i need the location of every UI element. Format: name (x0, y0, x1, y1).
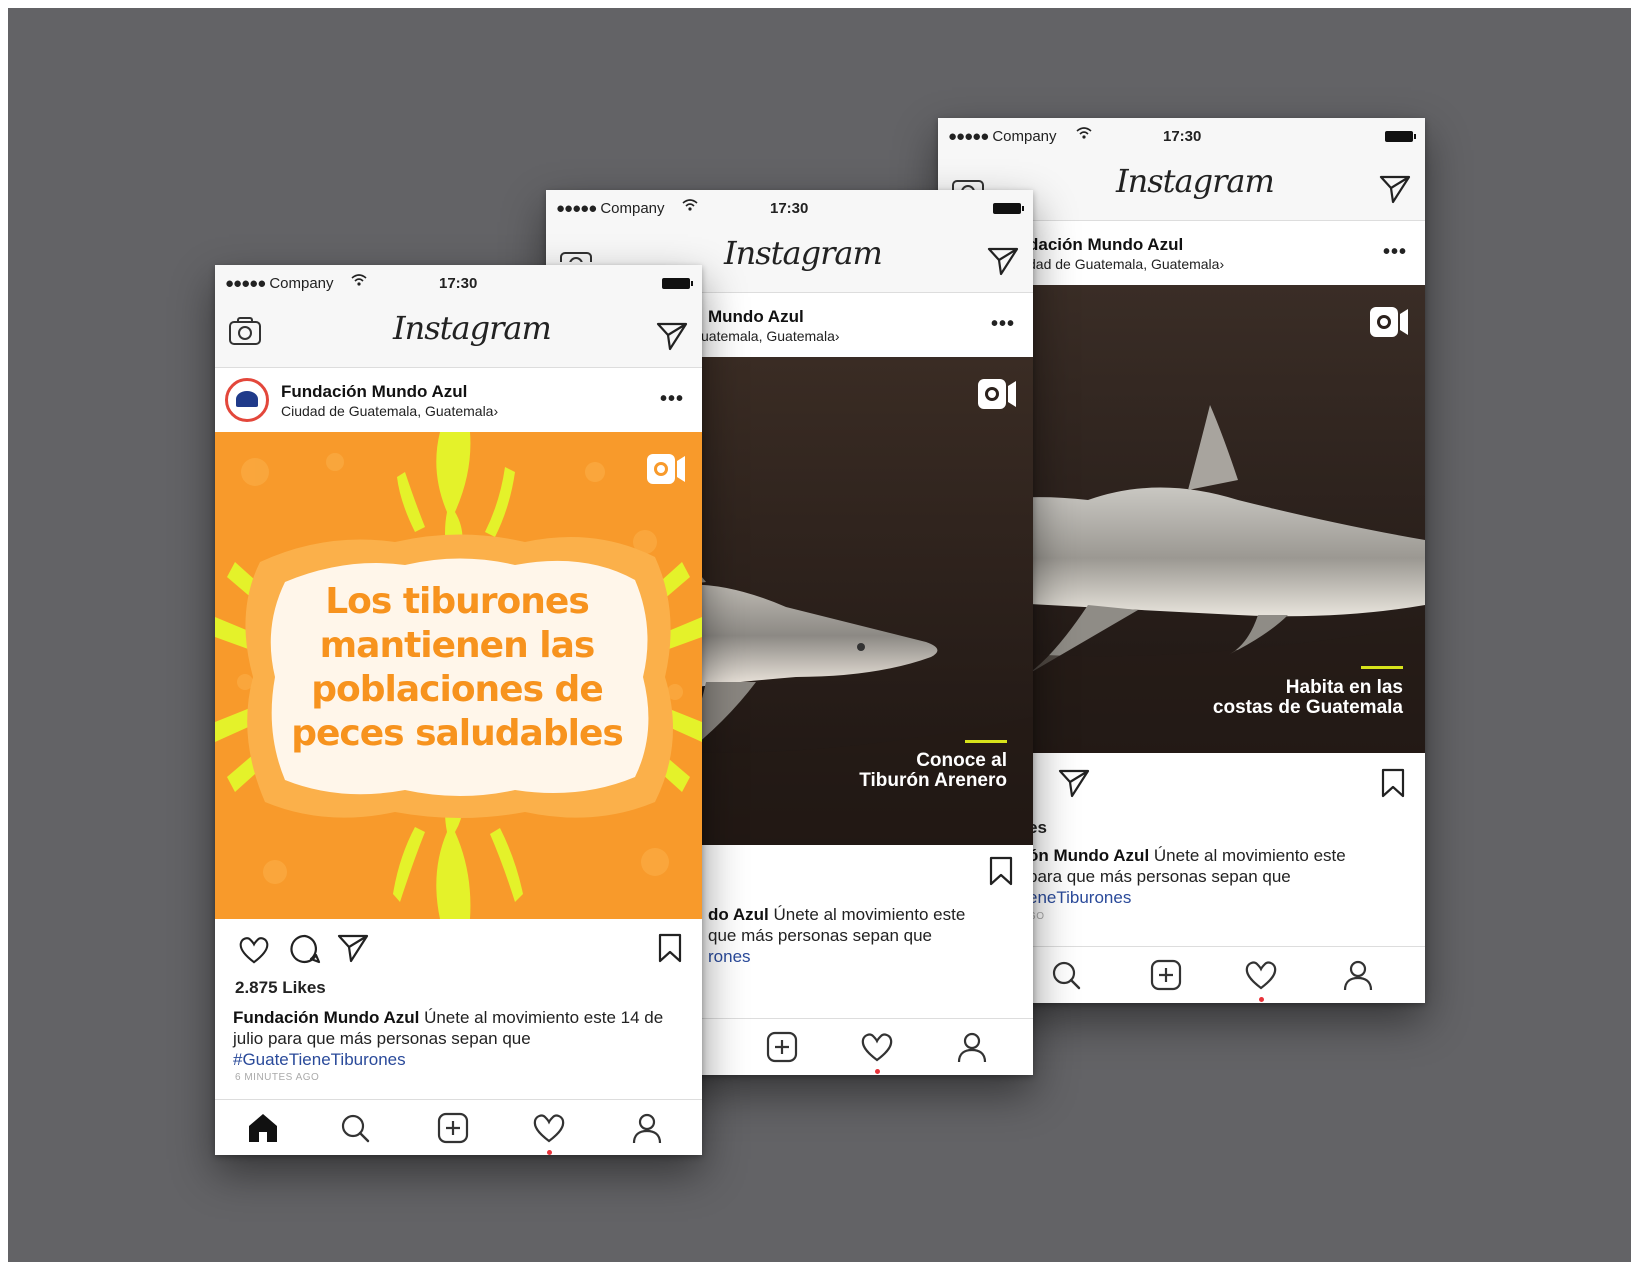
status-bar: ●●●●● Company 17:30 (215, 265, 702, 301)
search-icon[interactable] (337, 1110, 373, 1146)
tab-bar (215, 1099, 702, 1155)
caption-username[interactable]: ón Mundo Azul (1028, 846, 1149, 865)
status-time: 17:30 (439, 275, 478, 292)
mockup-stage: ●●●●● Company 17:30 Instagram dación Mund… (8, 8, 1631, 1262)
direct-message-icon[interactable] (1379, 174, 1411, 204)
notification-dot (1259, 997, 1264, 1002)
battery-icon (993, 203, 1024, 214)
bookmark-icon[interactable] (1381, 768, 1405, 798)
camera-icon[interactable] (229, 317, 261, 345)
app-logo: Instagram (724, 234, 883, 272)
artwork-headline: Los tiburones mantienen las poblaciones … (277, 580, 637, 756)
home-icon[interactable] (245, 1110, 281, 1146)
post-username[interactable]: Mundo Azul (708, 307, 804, 327)
status-time: 17:30 (1163, 128, 1202, 145)
signal-dots: ●●●●● (556, 200, 597, 217)
carrier-name: Company (600, 200, 665, 217)
battery-icon (662, 278, 693, 289)
post-location[interactable]: dad de Guatemala, Guatemala (1028, 256, 1219, 272)
post-time-ago: 6 MINUTES AGO (235, 1072, 320, 1083)
profile-icon[interactable] (954, 1029, 990, 1065)
chevron-right-icon: › (1219, 256, 1225, 272)
artwork-line-4: peces saludables (291, 713, 624, 754)
bookmark-icon[interactable] (989, 856, 1013, 886)
search-icon[interactable] (1048, 957, 1084, 993)
post-location[interactable]: uatemala, Guatemala (701, 328, 835, 344)
likes-count[interactable]: 2.875 Likes (235, 978, 326, 998)
caption-username[interactable]: Fundación Mundo Azul (233, 1008, 419, 1027)
share-icon[interactable] (337, 933, 369, 963)
more-options-icon[interactable]: ••• (1383, 241, 1407, 264)
caption-username[interactable]: do Azul (708, 905, 769, 924)
post-caption: do Azul Únete al movimiento este que más… (708, 904, 1028, 967)
media-caption: Conoce al Tiburón Arenero (859, 751, 1007, 791)
avatar[interactable] (225, 378, 269, 422)
artwork-line-1: Los tiburones (325, 581, 590, 622)
media-caption: Habita en las costas de Guatemala (1213, 678, 1403, 718)
caption-hashtag[interactable]: rones (708, 947, 751, 966)
signal-dots: ●●●●● (225, 275, 266, 292)
artwork-line-3: poblaciones de (311, 669, 604, 710)
post-location[interactable]: Ciudad de Guatemala, Guatemala (281, 403, 493, 419)
activity-icon[interactable] (859, 1029, 895, 1065)
app-logo: Instagram (1116, 162, 1275, 200)
post-header: Fundación Mundo Azul Ciudad de Guatemala… (215, 368, 702, 432)
status-bar: ●●●●● Company 17:30 (938, 118, 1425, 154)
post-actions (215, 925, 702, 975)
artwork-line-2: mantienen las (319, 625, 596, 666)
app-header: Instagram (215, 301, 702, 368)
caption-text: Únete al movimiento este (1153, 846, 1346, 865)
post-caption: Fundación Mundo Azul Únete al movimiento… (233, 1007, 673, 1070)
media-caption-line2: costas de Guatemala (1212, 697, 1403, 718)
activity-icon[interactable] (531, 1110, 567, 1146)
profile-icon[interactable] (1340, 957, 1376, 993)
chevron-right-icon: › (834, 328, 840, 344)
status-bar: ●●●●● Company 17:30 (546, 190, 1033, 226)
post-media[interactable]: Los tiburones mantienen las poblaciones … (215, 432, 702, 919)
share-icon[interactable] (1058, 768, 1090, 798)
media-caption-line2: Tiburón Arenero (859, 770, 1007, 791)
more-options-icon[interactable]: ••• (660, 388, 684, 411)
post-caption: ón Mundo Azul Únete al movimiento este p… (1028, 845, 1418, 908)
phone-1: ●●●●● Company 17:30 Instagram Fundación M… (215, 265, 702, 1155)
app-logo: Instagram (393, 309, 552, 347)
profile-icon[interactable] (629, 1110, 665, 1146)
caption-text-line2: para que más personas sepan que (1028, 867, 1291, 886)
add-icon[interactable] (435, 1110, 471, 1146)
accent-line (1361, 666, 1403, 669)
wifi-icon (682, 198, 698, 215)
caption-text: Únete al movimiento este (773, 905, 966, 924)
battery-icon (1385, 131, 1416, 142)
carrier-name: Company (269, 275, 334, 292)
media-caption-line1: Habita en las (1285, 677, 1403, 698)
bookmark-icon[interactable] (658, 933, 682, 963)
media-caption-line1: Conoce al (916, 750, 1007, 771)
caption-text-line2: que más personas sepan que (708, 926, 932, 945)
add-icon[interactable] (1148, 957, 1184, 993)
chevron-right-icon: › (493, 403, 499, 419)
caption-hashtag[interactable]: eneTiburones (1028, 888, 1131, 907)
wifi-icon (351, 273, 367, 290)
activity-icon[interactable] (1243, 957, 1279, 993)
status-time: 17:30 (770, 200, 809, 217)
igtv-icon[interactable] (1369, 305, 1409, 339)
accent-line (965, 740, 1007, 743)
more-options-icon[interactable]: ••• (991, 313, 1015, 336)
caption-hashtag[interactable]: #GuateTieneTiburones (233, 1050, 406, 1069)
igtv-icon[interactable] (977, 377, 1017, 411)
igtv-icon[interactable] (646, 452, 686, 486)
comment-icon[interactable] (289, 933, 321, 965)
notification-dot (547, 1150, 552, 1155)
heart-icon[interactable] (237, 933, 271, 965)
carrier-name: Company (992, 128, 1057, 145)
post-username[interactable]: dación Mundo Azul (1028, 235, 1183, 255)
post-username[interactable]: Fundación Mundo Azul (281, 382, 467, 402)
direct-message-icon[interactable] (656, 321, 688, 351)
notification-dot (875, 1069, 880, 1074)
add-icon[interactable] (764, 1029, 800, 1065)
wifi-icon (1076, 126, 1092, 143)
signal-dots: ●●●●● (948, 128, 989, 145)
direct-message-icon[interactable] (987, 246, 1019, 276)
